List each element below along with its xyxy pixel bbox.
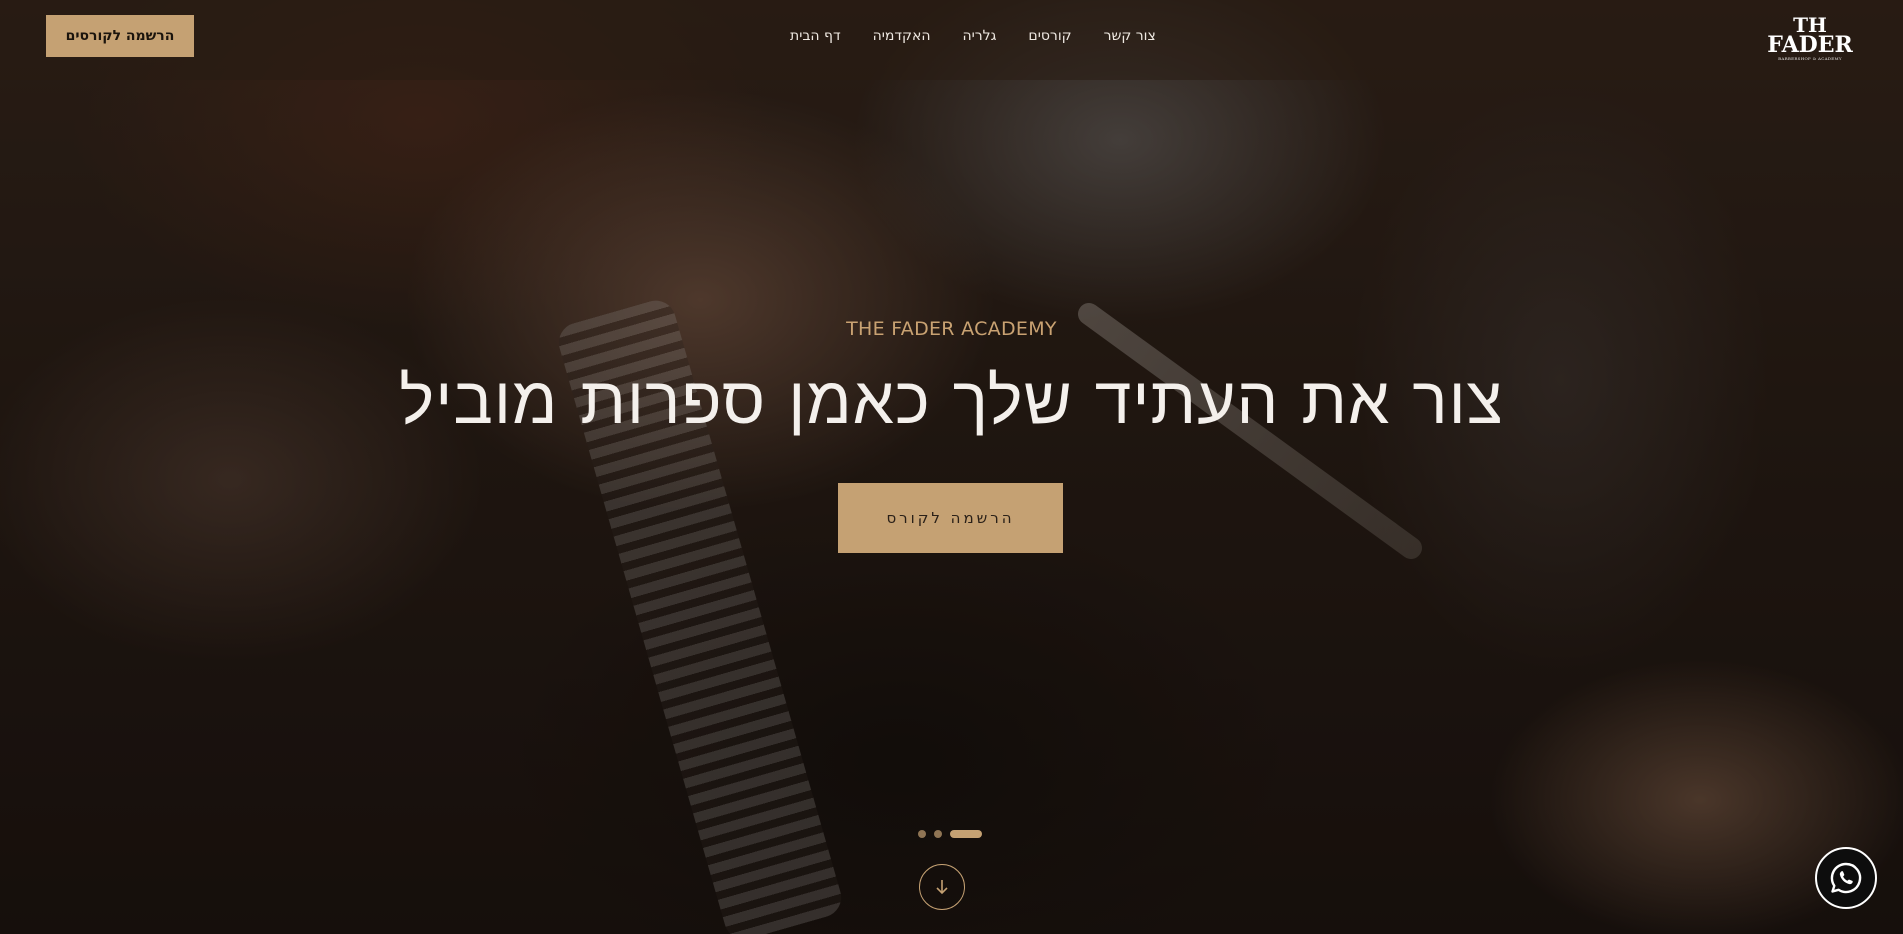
- nav-item-contact[interactable]: צור קשר: [1104, 28, 1156, 44]
- site-header: הרשמה לקורסים דף הבית האקדמיה גלריה קורס…: [0, 0, 1903, 80]
- arrow-down-icon: [936, 880, 948, 895]
- slider-dots: [918, 830, 982, 838]
- hero-overlay: [0, 0, 1903, 934]
- nav-item-gallery[interactable]: גלריה: [963, 28, 997, 44]
- slider-dot-1[interactable]: [918, 830, 926, 838]
- nav-item-academy[interactable]: האקדמיה: [873, 28, 931, 44]
- whatsapp-button[interactable]: [1815, 847, 1877, 909]
- logo-tagline: BARBERSHOP & ACADEMY: [1778, 56, 1842, 61]
- slider-dot-2[interactable]: [934, 830, 942, 838]
- main-nav: דף הבית האקדמיה גלריה קורסים צור קשר: [790, 28, 1156, 44]
- nav-item-home[interactable]: דף הבית: [790, 28, 841, 44]
- register-courses-button[interactable]: הרשמה לקורסים: [46, 15, 194, 57]
- nav-item-courses[interactable]: קורסים: [1028, 28, 1071, 44]
- scroll-down-button[interactable]: [919, 864, 965, 910]
- page: הרשמה לקורסים דף הבית האקדמיה גלריה קורס…: [0, 0, 1903, 934]
- hero-eyebrow: THE FADER ACADEMY: [846, 318, 1057, 340]
- hero-headline: צור את העתיד שלך כאמן ספרות מוביל: [399, 362, 1504, 439]
- register-course-button[interactable]: הרשמה לקורס: [838, 483, 1063, 553]
- whatsapp-icon: [1830, 862, 1862, 894]
- site-logo[interactable]: TH FADER BARBERSHOP & ACADEMY: [1762, 15, 1858, 62]
- slider-dot-3[interactable]: [950, 830, 982, 838]
- logo-line-2: FADER: [1767, 32, 1853, 58]
